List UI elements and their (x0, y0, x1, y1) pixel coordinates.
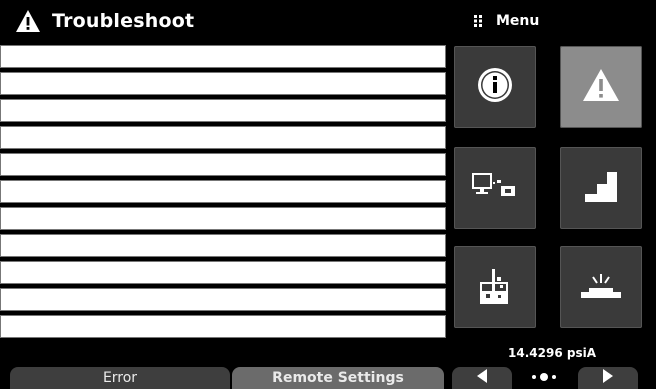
menu-label: Menu (496, 13, 540, 29)
arrow-left-icon (476, 369, 488, 387)
troubleshoot-list (0, 45, 447, 342)
pressure-readout: 14.4296 psiA (508, 346, 596, 360)
bottom-bar: Error Remote Settings (0, 367, 656, 389)
list-item[interactable] (0, 126, 446, 149)
remote-settings-button[interactable]: Remote Settings (232, 367, 444, 389)
list-item[interactable] (0, 207, 446, 230)
next-page-button[interactable] (578, 367, 638, 389)
list-item[interactable] (0, 72, 446, 95)
display-tile[interactable] (560, 246, 642, 328)
info-icon (475, 65, 515, 109)
prev-page-button[interactable] (452, 367, 512, 389)
list-item[interactable] (0, 99, 446, 122)
list-item[interactable] (0, 288, 446, 311)
list-item[interactable] (0, 180, 446, 203)
info-tile[interactable] (454, 46, 536, 128)
page-title: Troubleshoot (52, 10, 195, 32)
error-button[interactable]: Error (10, 367, 230, 389)
warning-icon (14, 7, 42, 35)
window-header: Troubleshoot (0, 0, 445, 42)
list-item[interactable] (0, 45, 446, 68)
list-item[interactable] (0, 153, 446, 176)
remote-tile[interactable] (454, 147, 536, 229)
troubleshoot-tile[interactable] (560, 46, 642, 128)
grip-icon (474, 15, 482, 27)
lab-beaker-icon (475, 265, 515, 309)
page-indicator (514, 367, 574, 389)
list-item[interactable] (0, 315, 446, 338)
arrow-right-icon (602, 369, 614, 387)
list-item[interactable] (0, 234, 446, 257)
display-light-icon (579, 270, 623, 304)
list-item[interactable] (0, 261, 446, 284)
warning-icon (581, 67, 621, 107)
page-dots-icon (529, 370, 559, 386)
menu-header[interactable]: Menu (474, 0, 539, 42)
measurement-tile[interactable] (454, 246, 536, 328)
remote-devices-icon (471, 170, 519, 206)
step-chart-icon (581, 166, 621, 210)
steps-tile[interactable] (560, 147, 642, 229)
